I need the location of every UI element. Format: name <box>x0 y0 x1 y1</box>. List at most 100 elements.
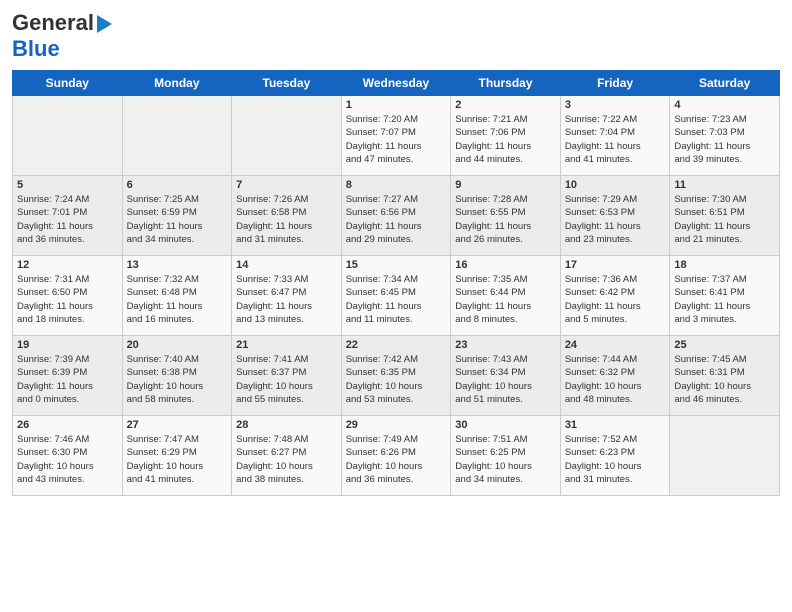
day-number: 13 <box>127 259 228 271</box>
calendar-cell: 5 Sunrise: 7:24 AM Sunset: 7:01 PM Daylig… <box>13 176 123 256</box>
calendar-cell: 29 Sunrise: 7:49 AM Sunset: 6:26 PM Dayli… <box>341 416 451 496</box>
day-info: Sunrise: 7:22 AM Sunset: 7:04 PM Dayligh… <box>565 113 666 166</box>
day-number: 31 <box>565 419 666 431</box>
calendar-cell: 3 Sunrise: 7:22 AM Sunset: 7:04 PM Daylig… <box>560 96 670 176</box>
day-number: 26 <box>17 419 118 431</box>
day-info: Sunrise: 7:26 AM Sunset: 6:58 PM Dayligh… <box>236 193 337 246</box>
day-number: 27 <box>127 419 228 431</box>
day-number: 6 <box>127 179 228 191</box>
calendar-cell: 8 Sunrise: 7:27 AM Sunset: 6:56 PM Daylig… <box>341 176 451 256</box>
calendar-cell <box>13 96 123 176</box>
day-number: 18 <box>674 259 775 271</box>
calendar-cell: 13 Sunrise: 7:32 AM Sunset: 6:48 PM Dayli… <box>122 256 232 336</box>
calendar-table: SundayMondayTuesdayWednesdayThursdayFrid… <box>12 70 780 496</box>
day-info: Sunrise: 7:31 AM Sunset: 6:50 PM Dayligh… <box>17 273 118 326</box>
calendar-cell: 9Sunrise: 7:28 AM Sunset: 6:55 PM Daylig… <box>451 176 561 256</box>
day-info: Sunrise: 7:42 AM Sunset: 6:35 PM Dayligh… <box>346 353 447 406</box>
day-info: Sunrise: 7:49 AM Sunset: 6:26 PM Dayligh… <box>346 433 447 486</box>
day-number: 9 <box>455 179 556 191</box>
calendar-week-row: 1 Sunrise: 7:20 AM Sunset: 7:07 PM Daylig… <box>13 96 780 176</box>
day-info: Sunrise: 7:47 AM Sunset: 6:29 PM Dayligh… <box>127 433 228 486</box>
day-info: Sunrise: 7:29 AM Sunset: 6:53 PM Dayligh… <box>565 193 666 246</box>
calendar-cell: 1 Sunrise: 7:20 AM Sunset: 7:07 PM Daylig… <box>341 96 451 176</box>
logo-arrow-icon <box>97 15 112 33</box>
calendar-cell: 31 Sunrise: 7:52 AM Sunset: 6:23 PM Dayli… <box>560 416 670 496</box>
day-number: 2 <box>455 99 556 111</box>
day-header-monday: Monday <box>122 71 232 96</box>
day-number: 29 <box>346 419 447 431</box>
day-info: Sunrise: 7:45 AM Sunset: 6:31 PM Dayligh… <box>674 353 775 406</box>
calendar-cell: 11 Sunrise: 7:30 AM Sunset: 6:51 PM Dayli… <box>670 176 780 256</box>
day-info: Sunrise: 7:30 AM Sunset: 6:51 PM Dayligh… <box>674 193 775 246</box>
day-info: Sunrise: 7:27 AM Sunset: 6:56 PM Dayligh… <box>346 193 447 246</box>
day-info: Sunrise: 7:40 AM Sunset: 6:38 PM Dayligh… <box>127 353 228 406</box>
day-number: 20 <box>127 339 228 351</box>
day-info: Sunrise: 7:35 AM Sunset: 6:44 PM Dayligh… <box>455 273 556 326</box>
page-container: General Blue SundayMondayTuesdayWednesda… <box>0 0 792 504</box>
calendar-cell: 30Sunrise: 7:51 AM Sunset: 6:25 PM Dayli… <box>451 416 561 496</box>
day-number: 16 <box>455 259 556 271</box>
day-info: Sunrise: 7:43 AM Sunset: 6:34 PM Dayligh… <box>455 353 556 406</box>
day-info: Sunrise: 7:46 AM Sunset: 6:30 PM Dayligh… <box>17 433 118 486</box>
day-header-saturday: Saturday <box>670 71 780 96</box>
day-info: Sunrise: 7:37 AM Sunset: 6:41 PM Dayligh… <box>674 273 775 326</box>
calendar-cell: 16 Sunrise: 7:35 AM Sunset: 6:44 PM Dayli… <box>451 256 561 336</box>
calendar-week-row: 19 Sunrise: 7:39 AM Sunset: 6:39 PM Dayli… <box>13 336 780 416</box>
day-info: Sunrise: 7:24 AM Sunset: 7:01 PM Dayligh… <box>17 193 118 246</box>
day-info: Sunrise: 7:52 AM Sunset: 6:23 PM Dayligh… <box>565 433 666 486</box>
day-info: Sunrise: 7:20 AM Sunset: 7:07 PM Dayligh… <box>346 113 447 166</box>
header: General Blue <box>12 10 780 62</box>
calendar-cell: 19 Sunrise: 7:39 AM Sunset: 6:39 PM Dayli… <box>13 336 123 416</box>
calendar-cell: 27 Sunrise: 7:47 AM Sunset: 6:29 PM Dayli… <box>122 416 232 496</box>
calendar-cell: 25Sunrise: 7:45 AM Sunset: 6:31 PM Dayli… <box>670 336 780 416</box>
calendar-cell: 15 Sunrise: 7:34 AM Sunset: 6:45 PM Dayli… <box>341 256 451 336</box>
day-info: Sunrise: 7:21 AM Sunset: 7:06 PM Dayligh… <box>455 113 556 166</box>
calendar-cell: 17 Sunrise: 7:36 AM Sunset: 6:42 PM Dayli… <box>560 256 670 336</box>
calendar-cell: 28Sunrise: 7:48 AM Sunset: 6:27 PM Dayli… <box>232 416 342 496</box>
day-number: 24 <box>565 339 666 351</box>
day-number: 10 <box>565 179 666 191</box>
day-info: Sunrise: 7:41 AM Sunset: 6:37 PM Dayligh… <box>236 353 337 406</box>
day-number: 4 <box>674 99 775 111</box>
day-number: 7 <box>236 179 337 191</box>
day-info: Sunrise: 7:44 AM Sunset: 6:32 PM Dayligh… <box>565 353 666 406</box>
calendar-cell: 20 Sunrise: 7:40 AM Sunset: 6:38 PM Dayli… <box>122 336 232 416</box>
day-number: 12 <box>17 259 118 271</box>
day-info: Sunrise: 7:36 AM Sunset: 6:42 PM Dayligh… <box>565 273 666 326</box>
day-header-tuesday: Tuesday <box>232 71 342 96</box>
day-number: 19 <box>17 339 118 351</box>
calendar-cell <box>670 416 780 496</box>
calendar-header-row: SundayMondayTuesdayWednesdayThursdayFrid… <box>13 71 780 96</box>
calendar-cell: 22Sunrise: 7:42 AM Sunset: 6:35 PM Dayli… <box>341 336 451 416</box>
day-info: Sunrise: 7:39 AM Sunset: 6:39 PM Dayligh… <box>17 353 118 406</box>
calendar-cell: 6 Sunrise: 7:25 AM Sunset: 6:59 PM Daylig… <box>122 176 232 256</box>
calendar-week-row: 26 Sunrise: 7:46 AM Sunset: 6:30 PM Dayli… <box>13 416 780 496</box>
day-header-sunday: Sunday <box>13 71 123 96</box>
day-info: Sunrise: 7:34 AM Sunset: 6:45 PM Dayligh… <box>346 273 447 326</box>
day-number: 23 <box>455 339 556 351</box>
calendar-cell <box>122 96 232 176</box>
logo-blue: Blue <box>12 36 60 61</box>
calendar-cell: 18 Sunrise: 7:37 AM Sunset: 6:41 PM Dayli… <box>670 256 780 336</box>
calendar-week-row: 5 Sunrise: 7:24 AM Sunset: 7:01 PM Daylig… <box>13 176 780 256</box>
day-number: 17 <box>565 259 666 271</box>
day-header-friday: Friday <box>560 71 670 96</box>
day-number: 1 <box>346 99 447 111</box>
day-info: Sunrise: 7:33 AM Sunset: 6:47 PM Dayligh… <box>236 273 337 326</box>
day-number: 11 <box>674 179 775 191</box>
day-number: 8 <box>346 179 447 191</box>
calendar-cell: 14Sunrise: 7:33 AM Sunset: 6:47 PM Dayli… <box>232 256 342 336</box>
calendar-cell: 10 Sunrise: 7:29 AM Sunset: 6:53 PM Dayli… <box>560 176 670 256</box>
logo: General Blue <box>12 10 112 62</box>
day-info: Sunrise: 7:23 AM Sunset: 7:03 PM Dayligh… <box>674 113 775 166</box>
calendar-cell: 7 Sunrise: 7:26 AM Sunset: 6:58 PM Daylig… <box>232 176 342 256</box>
day-number: 28 <box>236 419 337 431</box>
day-info: Sunrise: 7:25 AM Sunset: 6:59 PM Dayligh… <box>127 193 228 246</box>
day-number: 21 <box>236 339 337 351</box>
day-info: Sunrise: 7:32 AM Sunset: 6:48 PM Dayligh… <box>127 273 228 326</box>
calendar-cell: 24 Sunrise: 7:44 AM Sunset: 6:32 PM Dayli… <box>560 336 670 416</box>
day-number: 3 <box>565 99 666 111</box>
calendar-cell: 23 Sunrise: 7:43 AM Sunset: 6:34 PM Dayli… <box>451 336 561 416</box>
day-number: 5 <box>17 179 118 191</box>
day-number: 15 <box>346 259 447 271</box>
